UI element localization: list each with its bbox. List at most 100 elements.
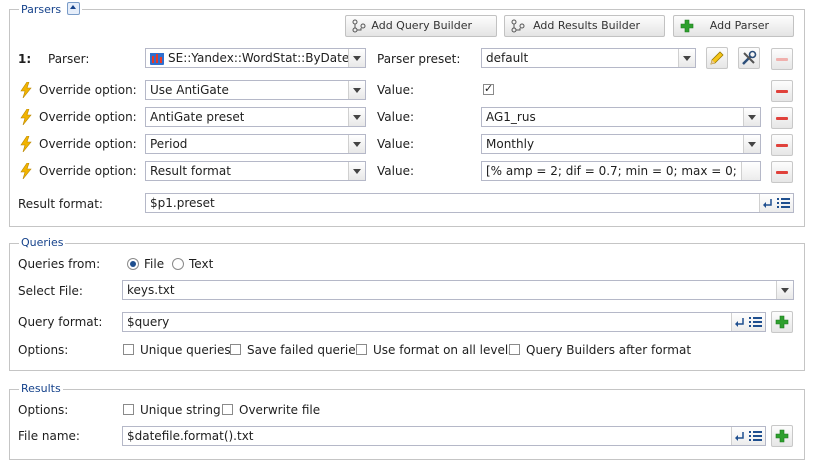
- parser-select[interactable]: SE::Yandex::WordStat::ByDate: [145, 48, 366, 68]
- dropdown-icon[interactable]: [348, 135, 365, 153]
- query-builders-after-format-checkbox[interactable]: [509, 344, 520, 355]
- bolt-icon: [20, 163, 32, 179]
- override-value: Monthly: [486, 137, 535, 151]
- override-label: Override option:: [39, 110, 137, 124]
- save-failed-queries-checkbox[interactable]: [230, 344, 241, 355]
- results-group: Results: [9, 383, 805, 460]
- bolt-icon: [20, 109, 32, 125]
- add-query-builder-label: Add Query Builder: [371, 19, 472, 32]
- remove-override-button-3[interactable]: [771, 134, 793, 156]
- format-editor-icon[interactable]: [731, 427, 765, 445]
- file-name-value: $datefile.format().txt: [127, 429, 254, 443]
- override-option-select-3[interactable]: Period: [145, 134, 366, 154]
- queries-from-text-radio[interactable]: [172, 258, 184, 270]
- use-format-all-levels-checkbox[interactable]: [356, 344, 367, 355]
- plus-icon: [775, 429, 789, 443]
- override-value: AG1_rus: [486, 110, 536, 124]
- tools-icon: [742, 50, 757, 65]
- select-file-label: Select File:: [18, 284, 83, 298]
- parser-label: Parser:: [48, 52, 90, 66]
- preset-dropdown-icon[interactable]: [678, 49, 695, 67]
- bolt-icon: [20, 82, 32, 98]
- unique-string-checkbox[interactable]: [123, 404, 134, 415]
- result-format-value: $p1.preset: [150, 196, 215, 210]
- add-file-name-button[interactable]: [771, 425, 793, 447]
- preset-settings-button[interactable]: [738, 47, 760, 69]
- override-value-select-2[interactable]: AG1_rus: [481, 107, 761, 127]
- parsers-legend-text: Parsers: [21, 3, 62, 16]
- dropdown-icon[interactable]: [348, 108, 365, 126]
- queries-from-file-radio[interactable]: [127, 258, 139, 270]
- query-options-label: Options:: [18, 343, 69, 357]
- override-option-select-2[interactable]: AntiGate preset: [145, 107, 366, 127]
- unique-queries-checkbox[interactable]: [123, 344, 134, 355]
- value-label: Value:: [377, 83, 414, 97]
- result-format-value-field[interactable]: [% amp = 2; dif = 0.7; min = 0; max = 0;…: [481, 161, 761, 181]
- remove-parser-button[interactable]: [771, 48, 793, 70]
- override-option-select-4[interactable]: Result format: [145, 161, 366, 181]
- edit-preset-button[interactable]: [706, 47, 728, 69]
- add-query-format-button[interactable]: [771, 311, 793, 333]
- result-format-input[interactable]: $p1.preset: [145, 193, 794, 213]
- results-options-label: Options:: [18, 403, 69, 417]
- remove-override-button-2[interactable]: [771, 107, 793, 129]
- override-option-value: Result format: [150, 164, 231, 178]
- queries-legend: Queries: [21, 236, 64, 249]
- overwrite-file-label[interactable]: Overwrite file: [239, 402, 320, 418]
- override-option-select-1[interactable]: Use AntiGate: [145, 80, 366, 100]
- add-results-builder-button[interactable]: Add Results Builder: [504, 15, 665, 37]
- format-editor-icon[interactable]: [759, 194, 793, 212]
- add-results-builder-label: Add Results Builder: [533, 19, 640, 32]
- add-query-builder-button[interactable]: Add Query Builder: [345, 15, 497, 37]
- preset-value: default: [486, 51, 529, 65]
- dropdown-icon[interactable]: [743, 108, 760, 126]
- parser-type-icon: [150, 51, 164, 65]
- value-label: Value:: [377, 137, 414, 151]
- save-failed-queries-label[interactable]: Save failed queries: [247, 342, 362, 358]
- overwrite-file-checkbox[interactable]: [222, 404, 233, 415]
- parser-dropdown-icon[interactable]: [348, 49, 365, 67]
- query-format-input[interactable]: $query: [122, 312, 766, 332]
- add-parser-button[interactable]: Add Parser: [673, 15, 794, 37]
- plus-icon: [680, 19, 694, 33]
- unique-queries-label[interactable]: Unique queries: [140, 342, 231, 358]
- plus-icon: [775, 315, 789, 329]
- use-antigate-checkbox[interactable]: [483, 82, 494, 95]
- override-option-value: Period: [150, 137, 188, 151]
- preset-label: Parser preset:: [377, 52, 461, 66]
- remove-override-button-4[interactable]: [771, 161, 793, 183]
- parsers-legend[interactable]: Parsers: [19, 2, 82, 16]
- format-editor-icon[interactable]: [731, 313, 765, 331]
- override-value: [% amp = 2; dif = 0.7; min = 0; max = 0;…: [486, 164, 758, 178]
- dropdown-icon[interactable]: [743, 135, 760, 153]
- queries-from-text-label[interactable]: Text: [189, 256, 213, 272]
- select-file-select[interactable]: keys.txt: [122, 280, 794, 300]
- dropdown-icon[interactable]: [776, 281, 793, 299]
- dropdown-icon[interactable]: [348, 162, 365, 180]
- select-file-value: keys.txt: [127, 283, 175, 297]
- dropdown-icon[interactable]: [348, 81, 365, 99]
- query-builders-after-format-label[interactable]: Query Builders after format: [526, 342, 691, 358]
- override-value-select-3[interactable]: Monthly: [481, 134, 761, 154]
- query-builder-icon: [352, 19, 366, 33]
- use-format-all-levels-label[interactable]: Use format on all levels: [373, 342, 514, 358]
- query-format-value: $query: [127, 315, 170, 329]
- bolt-icon: [20, 136, 32, 152]
- queries-from-file-label[interactable]: File: [144, 256, 164, 272]
- override-label: Override option:: [39, 137, 137, 151]
- override-option-value: Use AntiGate: [150, 83, 229, 97]
- list-icon[interactable]: [741, 162, 760, 180]
- pencil-icon: [710, 51, 724, 65]
- collapse-icon[interactable]: [66, 2, 80, 15]
- remove-override-button-1[interactable]: [771, 80, 793, 102]
- unique-string-label[interactable]: Unique string: [140, 402, 221, 418]
- result-format-label: Result format:: [18, 197, 103, 211]
- queries-from-label: Queries from:: [18, 257, 101, 271]
- file-name-label: File name:: [18, 429, 80, 443]
- parser-value: SE::Yandex::WordStat::ByDate: [168, 51, 350, 65]
- override-option-value: AntiGate preset: [150, 110, 245, 124]
- override-label: Override option:: [39, 83, 137, 97]
- preset-select[interactable]: default: [481, 48, 696, 68]
- file-name-input[interactable]: $datefile.format().txt: [122, 426, 766, 446]
- override-label: Override option:: [39, 164, 137, 178]
